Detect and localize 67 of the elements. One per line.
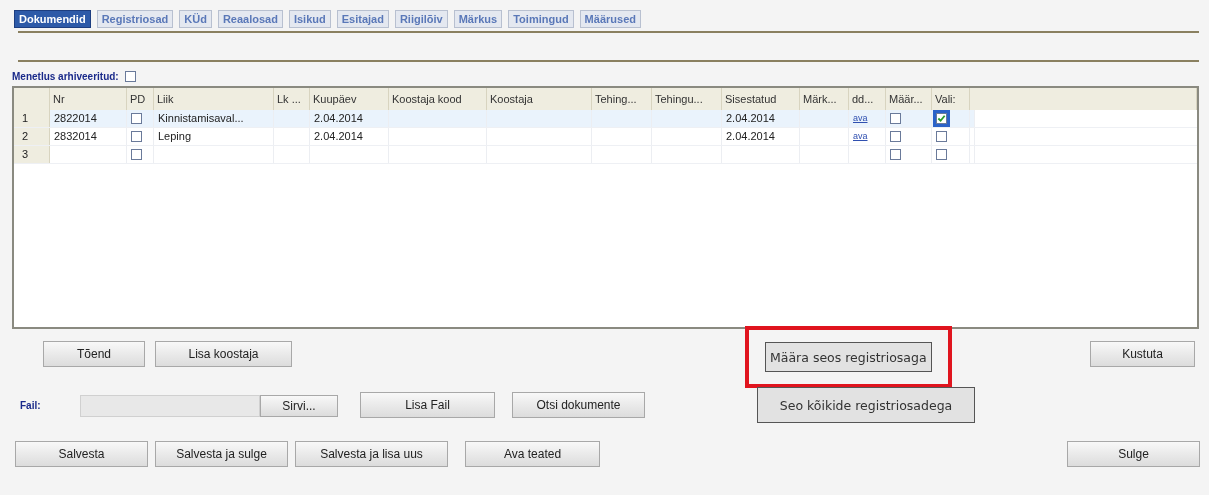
tab[interactable]: Isikud bbox=[288, 10, 331, 28]
browse-button[interactable]: Sirvi... bbox=[260, 395, 338, 417]
save-close-button[interactable]: Salvesta ja sulge bbox=[155, 441, 288, 467]
tab[interactable]: Reaalosad bbox=[217, 10, 283, 28]
search-documents-button[interactable]: Otsi dokumente bbox=[512, 392, 645, 418]
table-cell-text: 2822014 bbox=[54, 111, 97, 126]
add-author-button[interactable]: Lisa koostaja bbox=[155, 341, 292, 367]
tab[interactable]: KÜd bbox=[179, 10, 212, 28]
header-corner bbox=[14, 88, 50, 110]
tab[interactable]: Dokumendid bbox=[14, 10, 91, 28]
column-header[interactable]: Vali: bbox=[932, 88, 970, 110]
checkbox[interactable] bbox=[890, 113, 901, 124]
table-row[interactable]: 1 2822014 Kinnistamisaval... 2.04.2014 2.04.2014 ava bbox=[14, 110, 1197, 128]
notices-button[interactable]: Ava teated bbox=[465, 441, 600, 467]
column-header[interactable]: dd... bbox=[849, 88, 886, 110]
tab[interactable]: Riigilõiv bbox=[394, 10, 448, 28]
delete-button[interactable]: Kustuta bbox=[1090, 341, 1195, 367]
open-link[interactable]: ava bbox=[853, 128, 868, 145]
column-header[interactable]: PD bbox=[127, 88, 154, 110]
link-all-button[interactable]: Seo kõikide registriosadega bbox=[757, 387, 975, 423]
table-cell-text: 2.04.2014 bbox=[726, 129, 775, 144]
tab[interactable]: Registriosad bbox=[96, 10, 174, 28]
checkbox[interactable] bbox=[890, 149, 901, 160]
table-row[interactable]: 3 bbox=[14, 146, 1197, 164]
tab[interactable]: Esitajad bbox=[336, 10, 389, 28]
checkbox[interactable] bbox=[936, 113, 947, 124]
table-cell-text: Kinnistamisaval... bbox=[158, 111, 244, 126]
row-number: 3 bbox=[14, 146, 50, 163]
save-add-button[interactable]: Salvesta ja lisa uus bbox=[295, 441, 448, 467]
row-number: 1 bbox=[14, 110, 50, 127]
column-header[interactable]: Kuupäev bbox=[310, 88, 389, 110]
column-header[interactable]: Koostaja kood bbox=[389, 88, 487, 110]
save-button[interactable]: Salvesta bbox=[15, 441, 148, 467]
column-header[interactable]: Märk... bbox=[800, 88, 849, 110]
column-header[interactable]: Tehingu... bbox=[652, 88, 722, 110]
tab[interactable]: Toimingud bbox=[508, 10, 574, 28]
table-cell-text: 2.04.2014 bbox=[314, 129, 363, 144]
checkbox[interactable] bbox=[131, 131, 142, 142]
tab[interactable]: Määrused bbox=[579, 10, 641, 28]
checkbox[interactable] bbox=[131, 113, 142, 124]
column-header[interactable]: Tehing... bbox=[592, 88, 652, 110]
check-icon bbox=[937, 114, 946, 123]
checkbox[interactable] bbox=[131, 149, 142, 160]
checkbox[interactable] bbox=[890, 131, 901, 142]
archived-label: Menetlus arhiveeritud: bbox=[12, 70, 119, 82]
column-header[interactable]: Määr... bbox=[886, 88, 932, 110]
table-cell-text: Leping bbox=[158, 129, 192, 144]
file-label: Fail: bbox=[20, 400, 42, 411]
column-header[interactable]: Liik bbox=[154, 88, 274, 110]
table-cell-text: 2832014 bbox=[54, 129, 97, 144]
checkbox[interactable] bbox=[936, 131, 947, 142]
table-cell-text: 2.04.2014 bbox=[726, 111, 775, 126]
table-row[interactable]: 2 2832014 Leping 2.04.2014 2.04.2014 ava bbox=[14, 128, 1197, 146]
add-file-button[interactable]: Lisa Fail bbox=[360, 392, 495, 418]
certificate-button[interactable]: Tõend bbox=[43, 341, 145, 367]
link-registry-button[interactable]: Määra seos registriosaga bbox=[765, 342, 932, 372]
checkbox[interactable] bbox=[936, 149, 947, 160]
column-header[interactable]: Koostaja bbox=[487, 88, 592, 110]
row-number: 2 bbox=[14, 128, 50, 145]
close-button[interactable]: Sulge bbox=[1067, 441, 1200, 467]
tab[interactable]: Märkus bbox=[453, 10, 503, 28]
checkbox[interactable] bbox=[124, 70, 136, 82]
file-input[interactable] bbox=[80, 395, 260, 417]
column-header[interactable]: Nr bbox=[50, 88, 127, 110]
column-header[interactable]: Lk ... bbox=[274, 88, 310, 110]
table-cell-text: 2.04.2014 bbox=[314, 111, 363, 126]
column-header[interactable]: Sisestatud bbox=[722, 88, 800, 110]
